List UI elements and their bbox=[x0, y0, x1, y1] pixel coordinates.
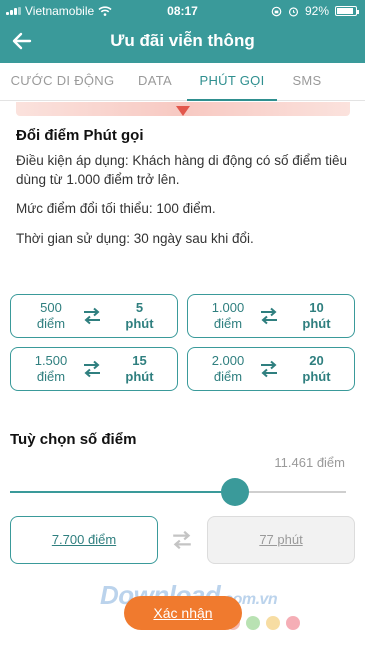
watermark-dot bbox=[246, 616, 260, 630]
slider-fill bbox=[10, 491, 236, 493]
alarm-icon bbox=[288, 6, 299, 16]
minutes-output: 77 phút bbox=[207, 516, 355, 564]
tab-sms[interactable]: SMS bbox=[277, 63, 337, 101]
option-points: 500 điểm bbox=[36, 300, 66, 331]
watermark-dot bbox=[266, 616, 280, 630]
rotation-lock-icon bbox=[271, 6, 282, 16]
watermark-dot bbox=[286, 616, 300, 630]
option-minutes: 5 phút bbox=[125, 300, 154, 331]
swap-icon bbox=[173, 530, 191, 550]
swap-icon bbox=[84, 360, 100, 378]
confirm-button[interactable]: Xác nhận bbox=[124, 596, 242, 630]
option-minutes: 10 phút bbox=[302, 300, 331, 331]
tab-cuoc-di-dong[interactable]: CƯỚC DI ĐỘNG bbox=[0, 63, 125, 101]
swap-icon bbox=[261, 360, 277, 378]
points-slider[interactable] bbox=[10, 478, 346, 506]
points-input[interactable]: 7.700 điểm bbox=[10, 516, 158, 564]
title-bar: Ưu đãi viễn thông bbox=[0, 24, 365, 60]
usage-time-text: Thời gian sử dụng: 30 ngày sau khi đổi. bbox=[16, 231, 254, 246]
app-header: Vietnamobile 08:17 92% Ưu đãi viễn thông bbox=[0, 0, 365, 63]
battery-icon bbox=[335, 6, 359, 16]
min-points-text: Mức điểm đổi tối thiểu: 100 điểm. bbox=[16, 201, 216, 216]
max-points-label: 11.461 điểm bbox=[274, 455, 345, 470]
slider-thumb[interactable] bbox=[221, 478, 250, 506]
swap-icon bbox=[261, 307, 277, 325]
status-bar: Vietnamobile 08:17 92% bbox=[0, 0, 365, 22]
exchange-option-1000[interactable]: 1.000 điểm 10 phút bbox=[187, 294, 355, 338]
condition-text: Điều kiện áp dụng: Khách hàng di động có… bbox=[16, 153, 347, 187]
tab-data[interactable]: DATA bbox=[125, 63, 185, 101]
promo-banner bbox=[16, 102, 350, 116]
option-points: 1.500 điểm bbox=[34, 353, 68, 384]
option-minutes: 15 phút bbox=[125, 353, 154, 384]
status-right: 92% bbox=[271, 4, 359, 18]
custom-points-title: Tuỳ chọn số điểm bbox=[10, 431, 137, 448]
exchange-option-1500[interactable]: 1.500 điểm 15 phút bbox=[10, 347, 178, 391]
page-title: Ưu đãi viễn thông bbox=[110, 31, 255, 50]
tab-phut-goi[interactable]: PHÚT GỌI bbox=[187, 63, 277, 101]
option-points: 1.000 điểm bbox=[211, 300, 245, 331]
option-minutes: 20 phút bbox=[302, 353, 331, 384]
exchange-option-2000[interactable]: 2.000 điểm 20 phút bbox=[187, 347, 355, 391]
swap-icon bbox=[84, 307, 100, 325]
option-points: 2.000 điểm bbox=[211, 353, 245, 384]
tab-bar: CƯỚC DI ĐỘNG DATA PHÚT GỌI SMS bbox=[0, 63, 365, 101]
exchange-option-500[interactable]: 500 điểm 5 phút bbox=[10, 294, 178, 338]
battery-percent: 92% bbox=[304, 4, 329, 18]
section-title: Đổi điểm Phút gọi bbox=[16, 127, 144, 144]
